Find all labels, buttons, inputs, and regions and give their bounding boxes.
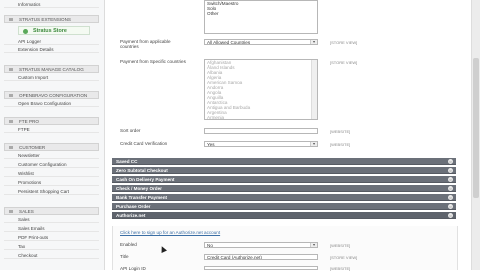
collapse-icon[interactable]: ○ bbox=[448, 204, 453, 209]
title-input[interactable]: Credit Card (Authorize.net) bbox=[204, 254, 318, 260]
sidebar-item-wishlist[interactable]: Wishlist bbox=[4, 170, 99, 177]
admin-sidebar: Informatics Stratus Extensions Stratus S… bbox=[0, 0, 105, 270]
sidebar-group-openbravo-configuration[interactable]: Openbravo Configuration bbox=[4, 91, 99, 99]
group-icon bbox=[9, 210, 13, 213]
sidebar-item-customer-configuration[interactable]: Customer Configuration bbox=[4, 161, 99, 168]
title-label: Title bbox=[120, 254, 129, 259]
payment-specific-label: Payment from Specific countries bbox=[120, 59, 186, 64]
enabled-label: Enabled bbox=[120, 242, 137, 247]
chevron-down-icon: ▼ bbox=[310, 142, 317, 146]
collapse-icon[interactable]: ○ bbox=[448, 177, 453, 182]
sidebar-item-api-logger[interactable]: API Logger bbox=[4, 38, 99, 45]
payment-applicable-label: Payment from applicable countries bbox=[120, 39, 171, 49]
collapse-icon[interactable]: ○ bbox=[448, 168, 453, 173]
collapse-icon[interactable]: ○ bbox=[448, 186, 453, 191]
payment-applicable-select[interactable]: All Allowed Countries ▼ bbox=[204, 39, 318, 45]
sort-order-label: Sort order bbox=[120, 128, 141, 133]
section-cash-on-delivery[interactable]: Cash On Delivery Payment ○ bbox=[112, 176, 456, 183]
scope-label: [WEBSITE] bbox=[330, 129, 351, 134]
api-login-label: API Login ID bbox=[120, 266, 146, 271]
sort-order-input[interactable] bbox=[204, 128, 318, 134]
sidebar-item-ftpe[interactable]: FTPE bbox=[4, 126, 99, 133]
sidebar-item-tax[interactable]: Tax bbox=[4, 243, 99, 250]
sidebar-group-stratus-manage-catalog[interactable]: Stratus Manage Catalog bbox=[4, 65, 99, 73]
sidebar-group-customer[interactable]: Customer bbox=[4, 143, 99, 151]
scrollbar-thumb[interactable] bbox=[473, 58, 479, 198]
specific-countries-list[interactable]: Afghanistan Åland Islands Albania Algeri… bbox=[204, 59, 318, 120]
leaf-icon bbox=[23, 29, 28, 34]
sidebar-group-fte-pro[interactable]: FTE PRO bbox=[4, 117, 99, 125]
sidebar-item-checkout[interactable]: Checkout bbox=[4, 252, 99, 259]
scope-label: [WEBSITE] bbox=[330, 142, 351, 147]
ccv-label: Credit Card Verification bbox=[120, 141, 168, 146]
sidebar-group-sales[interactable]: Sales bbox=[4, 207, 99, 215]
stratus-store-logo: Stratus Store bbox=[18, 26, 90, 35]
sidebar-item-extension-details[interactable]: Extension Details bbox=[4, 46, 99, 53]
scope-label: [STORE VIEW] bbox=[330, 40, 358, 45]
section-authorize-net[interactable]: Authorize.net ○ bbox=[112, 212, 456, 219]
country-option[interactable]: Armenia bbox=[205, 115, 317, 119]
enabled-select[interactable]: No ▼ bbox=[204, 242, 318, 248]
chevron-down-icon: ▼ bbox=[310, 40, 317, 44]
collapse-icon[interactable]: ○ bbox=[448, 213, 453, 218]
section-bank-transfer[interactable]: Bank Transfer Payment ○ bbox=[112, 194, 456, 201]
section-purchase-order[interactable]: Purchase Order ○ bbox=[112, 203, 456, 210]
ccv-select[interactable]: Yes ▼ bbox=[204, 141, 318, 147]
scope-label: [STORE VIEW] bbox=[330, 255, 358, 260]
group-icon bbox=[9, 120, 13, 123]
sidebar-item-promotions[interactable]: Promotions bbox=[4, 179, 99, 186]
collapse-icon[interactable]: ○ bbox=[448, 159, 453, 164]
sidebar-item-pdf-printouts[interactable]: PDF Print-outs bbox=[4, 234, 99, 241]
authorize-signup-link[interactable]: Click here to sign up for an Authorize.n… bbox=[120, 230, 220, 235]
sidebar-item-informatics[interactable]: Informatics bbox=[4, 1, 99, 8]
section-zero-subtotal-checkout[interactable]: Zero Subtotal Checkout ○ bbox=[112, 167, 456, 174]
group-icon bbox=[9, 68, 13, 71]
sidebar-item-custom-import[interactable]: Custom Import bbox=[4, 74, 99, 81]
cc-types-list[interactable]: Switch/Maestro Solo Other bbox=[204, 0, 318, 34]
group-icon bbox=[9, 146, 13, 149]
page-scrollbar[interactable] bbox=[471, 0, 480, 270]
sidebar-item-open-bravo-configuration[interactable]: Open Bravo Configuration bbox=[4, 100, 99, 107]
list-option[interactable]: Other bbox=[205, 11, 317, 16]
sidebar-group-stratus-extensions[interactable]: Stratus Extensions bbox=[4, 15, 99, 23]
api-login-input[interactable] bbox=[204, 266, 318, 270]
scope-label: [WEBSITE] bbox=[330, 266, 351, 271]
sidebar-item-sales-emails[interactable]: Sales Emails bbox=[4, 225, 99, 232]
section-check-money-order[interactable]: Check / Money Order ○ bbox=[112, 185, 456, 192]
section-saved-cc[interactable]: Saved CC ○ bbox=[112, 158, 456, 165]
sidebar-item-sales[interactable]: Sales bbox=[4, 216, 99, 223]
list-scrollbar[interactable] bbox=[311, 60, 317, 119]
sidebar-item-persistent-shopping-cart[interactable]: Persistent Shopping Cart bbox=[4, 188, 99, 195]
group-icon bbox=[9, 18, 13, 21]
scope-label: [WEBSITE] bbox=[330, 243, 351, 248]
scope-label: [STORE VIEW] bbox=[330, 60, 358, 65]
group-icon bbox=[9, 94, 13, 97]
collapse-icon[interactable]: ○ bbox=[448, 195, 453, 200]
sidebar-item-newsletter[interactable]: Newsletter bbox=[4, 152, 99, 159]
chevron-down-icon: ▼ bbox=[310, 243, 317, 247]
